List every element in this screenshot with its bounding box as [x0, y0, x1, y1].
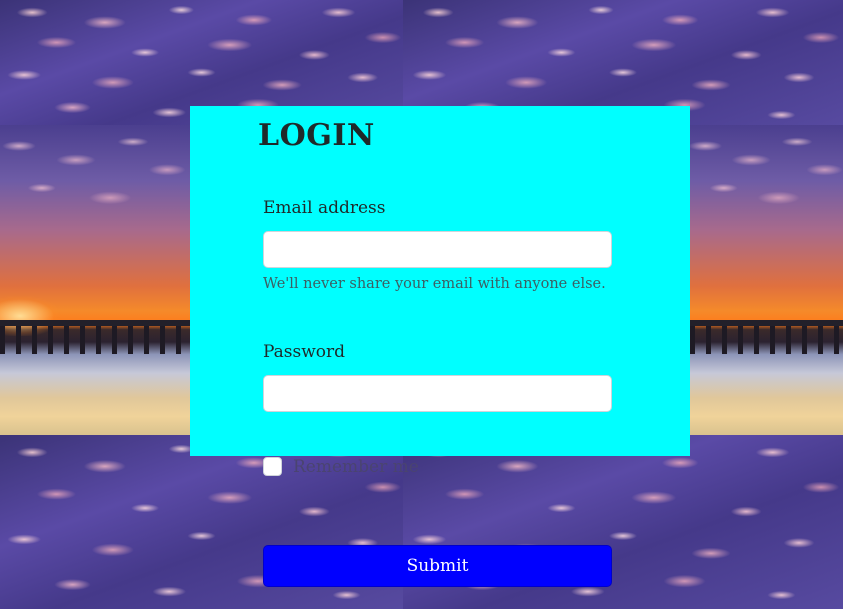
background-sunset-tile — [690, 125, 843, 435]
email-help-text: We'll never share your email with anyone… — [263, 276, 606, 292]
remember-me-checkbox[interactable] — [263, 457, 282, 476]
email-label: Email address — [263, 198, 386, 218]
password-field[interactable] — [263, 375, 612, 412]
remember-me-label[interactable]: Remember me — [293, 457, 419, 477]
background-sunset-tile — [0, 125, 190, 435]
email-field[interactable] — [263, 231, 612, 268]
pier-silhouette — [0, 320, 190, 355]
password-label: Password — [263, 342, 346, 362]
pier-silhouette — [690, 320, 843, 355]
page-title: LOGIN — [258, 118, 375, 153]
submit-button[interactable]: Submit — [263, 545, 612, 587]
